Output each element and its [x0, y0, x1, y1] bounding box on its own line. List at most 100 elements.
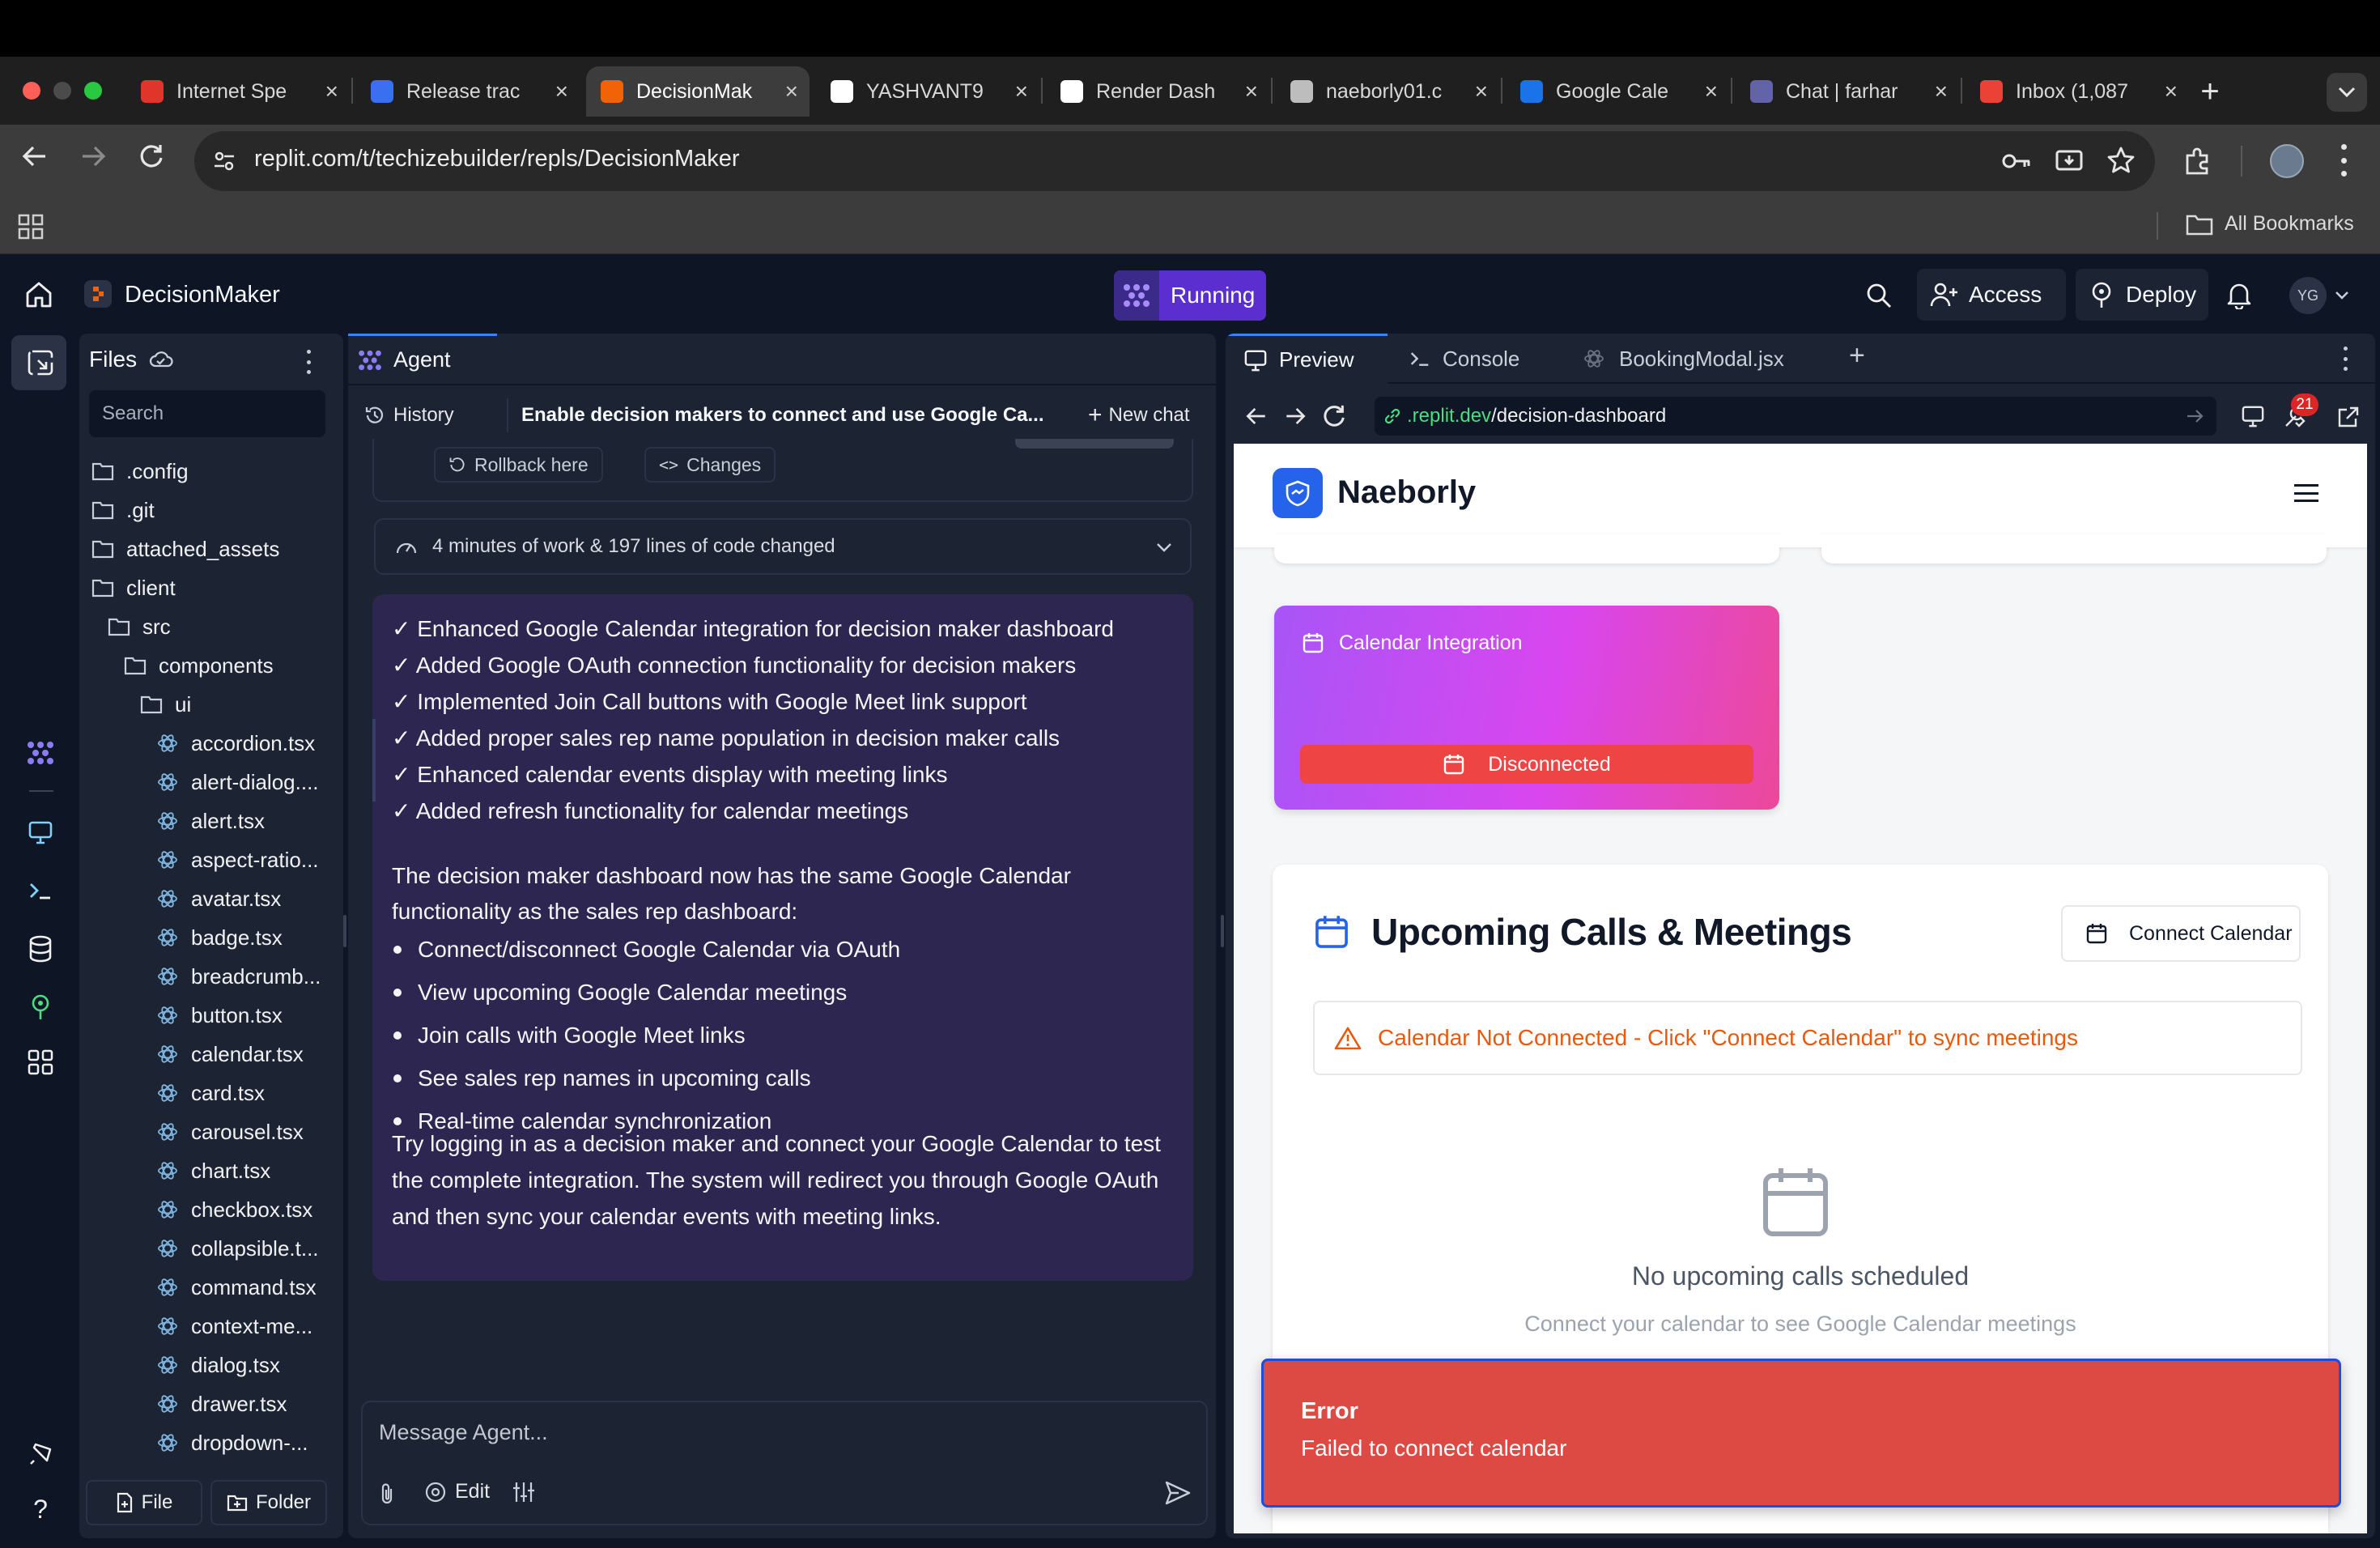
browser-tab[interactable]: Chat | farhar × — [1736, 66, 1959, 117]
bookmark-star-icon[interactable] — [2106, 146, 2136, 179]
search-icon[interactable] — [1865, 282, 1893, 313]
home-icon[interactable] — [24, 280, 53, 313]
history-button[interactable]: History — [364, 398, 454, 432]
preview-rail-icon[interactable] — [24, 816, 57, 848]
run-status-button[interactable]: Running — [1114, 270, 1266, 321]
rollback-button[interactable]: Rollback here — [434, 447, 603, 483]
changes-button[interactable]: <> Changes — [644, 447, 776, 483]
file-item[interactable]: dialog.tsx — [155, 1349, 280, 1381]
site-settings-icon[interactable] — [209, 146, 240, 176]
file-item[interactable]: chart.tsx — [155, 1155, 270, 1187]
folder-item[interactable]: src — [107, 610, 171, 643]
address-bar[interactable]: replit.com/t/techizebuilder/repls/Decisi… — [194, 131, 2155, 191]
close-tab-icon[interactable]: × — [1015, 79, 1028, 104]
folder-item[interactable]: .config — [91, 455, 189, 487]
add-tab-button[interactable]: + — [1849, 340, 1865, 372]
browser-menu-icon[interactable] — [2338, 144, 2349, 176]
profile-avatar[interactable] — [2270, 144, 2304, 178]
preview-url-bar[interactable]: .replit.dev /decision-dashboard — [1375, 397, 2216, 436]
message-composer[interactable]: Message Agent... Edit — [361, 1401, 1208, 1525]
agent-rail-icon[interactable] — [24, 737, 57, 769]
brand-name[interactable]: Naeborly — [1337, 474, 1476, 511]
file-item[interactable]: dropdown-... — [155, 1427, 308, 1459]
file-item[interactable]: badge.tsx — [155, 921, 283, 954]
all-tools-icon[interactable] — [24, 1046, 57, 1078]
folder-item[interactable]: attached_assets — [91, 533, 279, 565]
folder-item[interactable]: ui — [139, 688, 191, 721]
file-item[interactable]: avatar.tsx — [155, 882, 281, 915]
file-item[interactable]: aspect-ratio... — [155, 844, 319, 876]
extensions-icon[interactable] — [2182, 146, 2213, 181]
whats-new-icon[interactable] — [24, 1438, 57, 1470]
file-item[interactable]: alert-dialog.... — [155, 766, 319, 798]
close-tab-icon[interactable]: × — [2165, 79, 2178, 104]
console-rail-icon[interactable] — [24, 874, 57, 907]
files-resize-handle[interactable] — [343, 915, 346, 947]
deploy-rail-icon[interactable] — [24, 991, 57, 1023]
file-item[interactable]: card.tsx — [155, 1077, 265, 1109]
attach-icon[interactable] — [377, 1482, 397, 1510]
close-tab-icon[interactable]: × — [1245, 79, 1258, 104]
open-new-window-icon[interactable] — [2336, 405, 2361, 433]
help-icon[interactable]: ? — [24, 1493, 57, 1525]
file-item[interactable]: calendar.tsx — [155, 1038, 304, 1070]
preview-back-icon[interactable] — [1245, 405, 1268, 432]
browser-tab[interactable]: Internet Spe × — [126, 66, 350, 117]
close-tab-icon[interactable]: × — [785, 79, 798, 104]
browser-tab[interactable]: Inbox (1,087 × — [1966, 66, 2189, 117]
agent-resize-handle[interactable] — [1221, 915, 1224, 947]
avatar-chevron-icon[interactable] — [2335, 290, 2349, 304]
file-item[interactable]: collapsible.t... — [155, 1232, 319, 1265]
settings-sliders-icon[interactable] — [512, 1480, 536, 1508]
browser-tab[interactable]: Release trac × — [356, 66, 580, 117]
user-avatar[interactable]: YG — [2289, 277, 2327, 314]
browser-tab[interactable]: YASHVANT9 × — [816, 66, 1039, 117]
file-tab[interactable]: BookingModal.jsx — [1583, 334, 1784, 384]
access-button[interactable]: Access — [1917, 269, 2066, 321]
close-tab-icon[interactable]: × — [325, 79, 338, 104]
install-app-icon[interactable] — [2055, 147, 2084, 179]
preview-reload-icon[interactable] — [1321, 403, 1347, 433]
file-item[interactable]: accordion.tsx — [155, 727, 315, 759]
error-toast[interactable]: Error Failed to connect calendar — [1261, 1359, 2341, 1508]
reload-button[interactable] — [138, 142, 165, 177]
zoom-window-button[interactable] — [84, 82, 102, 100]
close-tab-icon[interactable]: × — [555, 79, 568, 104]
password-key-icon[interactable] — [2001, 147, 2032, 179]
calendar-status-badge[interactable]: Disconnected — [1300, 745, 1753, 784]
new-file-button[interactable]: File — [86, 1480, 202, 1525]
close-tab-icon[interactable]: × — [1475, 79, 1488, 104]
message-input[interactable]: Message Agent... — [379, 1420, 548, 1445]
work-summary-row[interactable]: 4 minutes of work & 197 lines of code ch… — [374, 518, 1192, 575]
repl-name[interactable]: DecisionMaker — [125, 282, 280, 308]
minimize-window-button[interactable] — [53, 82, 71, 100]
send-icon[interactable] — [1164, 1480, 1192, 1510]
database-rail-icon[interactable] — [24, 933, 57, 965]
browser-tab[interactable]: naeborly01.c × — [1276, 66, 1499, 117]
pane-menu-icon[interactable] — [2341, 347, 2349, 371]
all-bookmarks-button[interactable]: All Bookmarks — [2186, 212, 2354, 236]
folder-item[interactable]: .git — [91, 494, 155, 526]
file-item[interactable]: breadcrumb... — [155, 960, 321, 993]
edit-mode-button[interactable]: Edit — [424, 1480, 490, 1503]
file-item[interactable]: context-me... — [155, 1310, 312, 1342]
preview-tab[interactable]: Preview — [1226, 334, 1388, 384]
apps-grid-icon[interactable] — [18, 214, 44, 244]
browser-tab[interactable]: Google Cale × — [1506, 66, 1729, 117]
close-window-button[interactable] — [23, 82, 40, 100]
file-item[interactable]: checkbox.tsx — [155, 1193, 312, 1226]
tab-search-button[interactable] — [2327, 73, 2367, 112]
file-item[interactable]: drawer.tsx — [155, 1388, 287, 1420]
files-menu-icon[interactable] — [304, 350, 312, 374]
files-search-input[interactable]: Search — [89, 390, 325, 437]
close-tab-icon[interactable]: × — [1935, 79, 1948, 104]
browser-tab[interactable]: DecisionMak × — [586, 66, 810, 117]
connect-calendar-button[interactable]: Connect Calendar — [2061, 905, 2301, 962]
new-folder-button[interactable]: Folder — [210, 1480, 327, 1525]
chat-title[interactable]: Enable decision makers to connect and us… — [512, 398, 1044, 432]
file-item[interactable]: alert.tsx — [155, 805, 265, 837]
browser-tab[interactable]: Render Dash × — [1046, 66, 1269, 117]
folder-item[interactable]: components — [123, 649, 274, 682]
file-item[interactable]: button.tsx — [155, 999, 283, 1031]
forward-button[interactable] — [79, 142, 107, 177]
